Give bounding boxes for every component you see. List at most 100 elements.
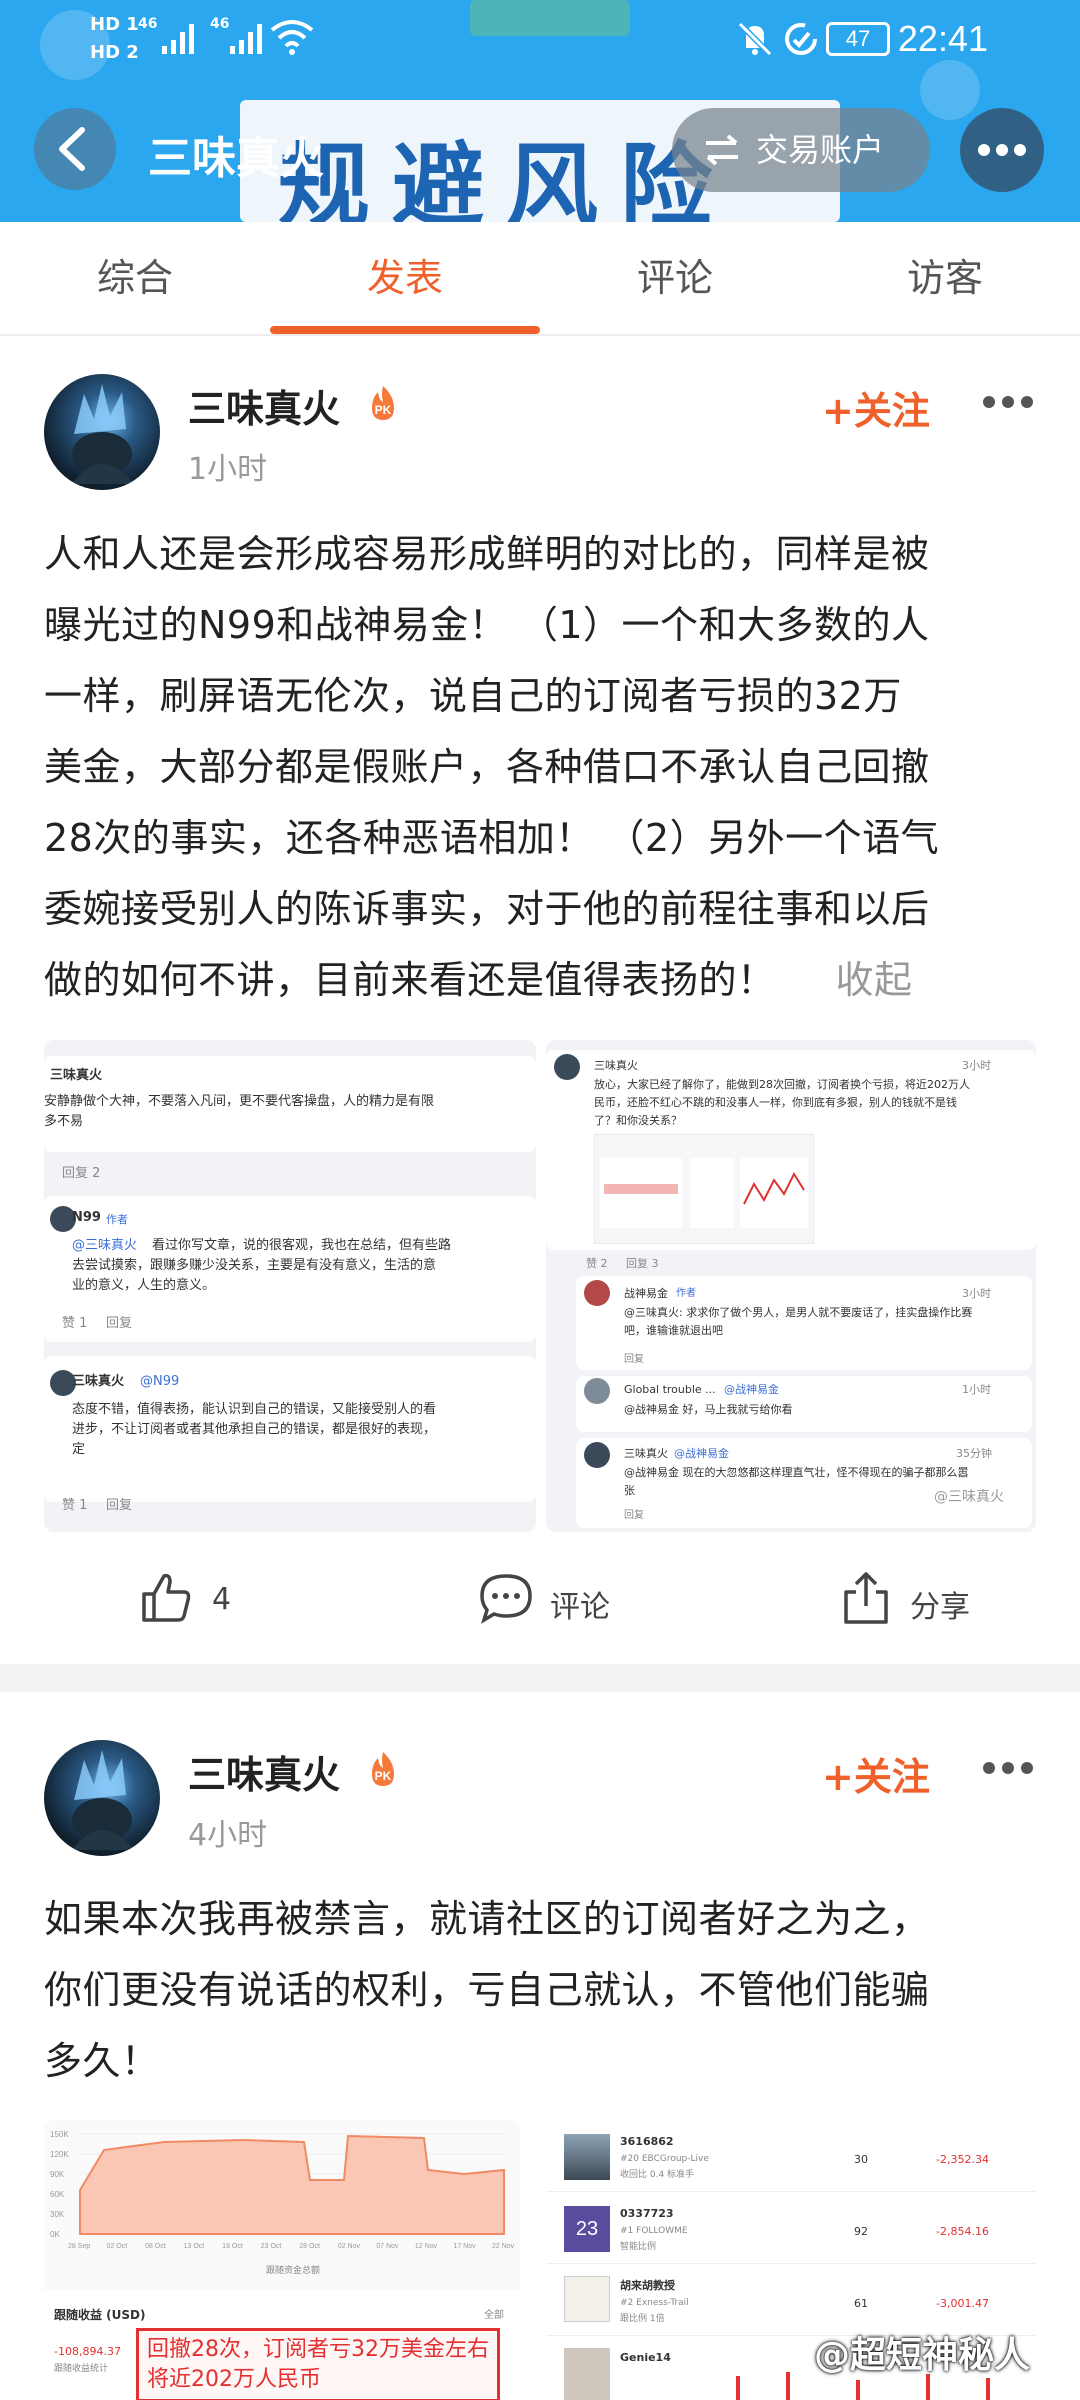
comment-avatar	[584, 1378, 610, 1404]
post-line: 你们更没有说话的权利，亏自己就认，不管他们能骗	[44, 1968, 930, 2012]
earnings-filter: 全部	[484, 2310, 504, 2321]
comment-like: 赞 1	[62, 1498, 88, 1513]
comment-author: 三味真火	[72, 1374, 125, 1389]
earnings-title: 跟随收益 (USD)	[54, 2308, 146, 2322]
pk-badge-icon: PK	[372, 386, 394, 420]
row-amount: -2,352.34	[936, 2153, 989, 2166]
chart-x-tick: 28 Oct	[299, 2243, 320, 2250]
earnings-amount: -108,894.37	[54, 2345, 121, 2358]
comment-text: 进步，不让订阅者或者其他承担自己的错误，都是很好的表现，	[72, 1422, 437, 1437]
bottom-watermark: @超短神秘人	[814, 2335, 1031, 2376]
more-button[interactable]	[960, 108, 1044, 192]
tab-comments[interactable]: 评论	[575, 222, 775, 334]
chart-legend: 跟随资金总额	[266, 2266, 321, 2276]
clock: 22:41	[897, 18, 988, 59]
post-line: 一样，刷屏语无伦次，说自己的订阅者亏损的32万	[44, 674, 902, 718]
comment-like: 赞 2	[586, 1257, 608, 1270]
row-avatar: 23	[564, 2206, 610, 2252]
annotation-text: 将近202万人民币	[147, 2367, 321, 2392]
comment-mention: @战神易金	[674, 1447, 729, 1460]
share-button[interactable]: 分享	[910, 1582, 970, 1626]
follow-button[interactable]: +关注	[822, 1746, 930, 1801]
back-button[interactable]	[34, 108, 116, 190]
avatar[interactable]	[44, 1740, 160, 1856]
post-body: 如果本次我再被禁言，就请社区的订阅者好之为之， 你们更没有说话的权利，亏自己就认…	[44, 1884, 1040, 2097]
comment-author: N99	[72, 1210, 101, 1225]
chart-x-tick: 28 Sep	[68, 2243, 90, 2250]
chart-x-tick: 08 Oct	[145, 2243, 166, 2250]
profile-header: 规避风险 HD 1 HD 2 46 46 47 22:41 三味真火 交易账户	[0, 0, 1080, 222]
author-name[interactable]: 三味真火	[188, 1744, 340, 1799]
chart-x-tick: 18 Oct	[222, 2243, 243, 2250]
comment-author: 三味真火	[50, 1068, 103, 1083]
row-sub: 收回比 0.4 标准手	[620, 2170, 695, 2180]
row-id: 0337723	[620, 2207, 674, 2220]
share-icon[interactable]	[842, 1570, 890, 1626]
row-id: 3616862	[620, 2135, 674, 2148]
trade-account-label: 交易账户	[756, 131, 885, 169]
post-more-button[interactable]	[983, 1762, 1033, 1776]
svg-text:PK: PK	[375, 403, 392, 417]
swap-icon	[706, 134, 738, 166]
post-line-text: 做的如何不讲，目前来看还是值得表扬的！	[44, 958, 776, 1002]
chevron-left-icon	[59, 127, 85, 171]
post-line: 如果本次我再被禁言，就请社区的订阅者好之为之，	[44, 1897, 930, 1941]
comment-replies: 回复 3	[626, 1257, 659, 1270]
row-avatar	[564, 2134, 610, 2180]
comment-time: 3小时	[962, 1059, 991, 1072]
image-watermark: @三味真火	[934, 1489, 1004, 1505]
status-bar: HD 1 HD 2 46 46 47 22:41	[0, 0, 1080, 78]
comment-button[interactable]: 评论	[550, 1582, 610, 1626]
chart-thumbnail	[594, 1134, 814, 1244]
comment-reply: 回复	[624, 1354, 644, 1365]
post-time: 1小时	[188, 452, 268, 487]
tab-bar: 综合 发表 评论 访客	[0, 222, 1080, 336]
row-sub: 智能比例	[620, 2242, 657, 2252]
avatar[interactable]	[44, 374, 160, 490]
comment-author: 三味真火	[624, 1447, 668, 1460]
avatar-image	[72, 1750, 134, 1850]
comment-text: 安静静做个大神，不要落入凡间，更不要代客操盘，人的精力是有限	[44, 1094, 435, 1109]
trade-account-button[interactable]: 交易账户	[672, 108, 930, 192]
comment-text: @三味真火: 求求你了做个男人，是男人就不要废话了，挂实盘操作比赛	[624, 1306, 973, 1319]
comment-reply: 回复	[624, 1510, 644, 1521]
post-line: 做的如何不讲，目前来看还是值得表扬的！ 收起	[44, 945, 1040, 1016]
signal-icon	[230, 24, 262, 54]
row-amount: -2,854.16	[936, 2225, 989, 2238]
comment-reply: 回复	[106, 1316, 133, 1331]
author-tag: 作者	[106, 1213, 128, 1226]
network-hd2: HD 2	[90, 42, 139, 63]
comment-like: 赞 1	[62, 1316, 88, 1331]
comment-text: 多不易	[44, 1114, 84, 1129]
signal-label-2: 46	[210, 16, 230, 32]
comment-author: 三味真火	[594, 1059, 638, 1072]
comment-text: 吧，谁输谁就退出吧	[624, 1324, 723, 1337]
post-image-1[interactable]: 150K 120K 90K 60K 30K 0K 28 Sep 02 Oct 08 Oct 13…	[44, 2120, 520, 2400]
row-id: Genie14	[620, 2351, 671, 2364]
tab-visitors[interactable]: 访客	[845, 222, 1045, 334]
comment-mention: @三味真火	[72, 1238, 138, 1253]
like-count: 4	[212, 1582, 232, 1617]
chart-y-tick: 150K	[50, 2130, 69, 2139]
signal-label-1: 46	[138, 16, 158, 32]
comment-text: 看过你写文章，说的很客观，我也在总结，但有些路	[152, 1238, 452, 1253]
comment-text: 放心，大家已经了解你了，能做到28次回撤，订阅者换个亏损，将近202万人	[594, 1078, 970, 1091]
post-image-2[interactable]: 三味真火 3小时 放心，大家已经了解你了，能做到28次回撤，订阅者换个亏损，将近…	[546, 1040, 1036, 1532]
comment-avatar	[584, 1442, 610, 1468]
post-image-1[interactable]: 三味真火 安静静做个大神，不要落入凡间，更不要代客操盘，人的精力是有限 多不易 …	[44, 1040, 536, 1532]
battery-indicator: 47	[826, 22, 890, 56]
tab-posts[interactable]: 发表	[305, 222, 505, 334]
comment-time: 35分钟	[956, 1447, 992, 1460]
comment-reply: 回复	[106, 1498, 133, 1513]
tab-overview[interactable]: 综合	[35, 222, 235, 334]
post-line: 多久！	[44, 2039, 160, 2083]
annotation-text: 回撤28次，订阅者亏32万美金左右	[147, 2337, 489, 2362]
data-saver-icon	[785, 23, 817, 55]
like-icon[interactable]	[138, 1570, 194, 1626]
collapse-link[interactable]: 收起	[836, 958, 913, 1002]
follow-button[interactable]: +关注	[822, 380, 930, 435]
post-more-button[interactable]	[983, 396, 1033, 410]
chart-x-tick: 22 Nov	[492, 2243, 515, 2250]
author-name[interactable]: 三味真火	[188, 378, 340, 433]
comment-icon[interactable]	[478, 1572, 534, 1624]
